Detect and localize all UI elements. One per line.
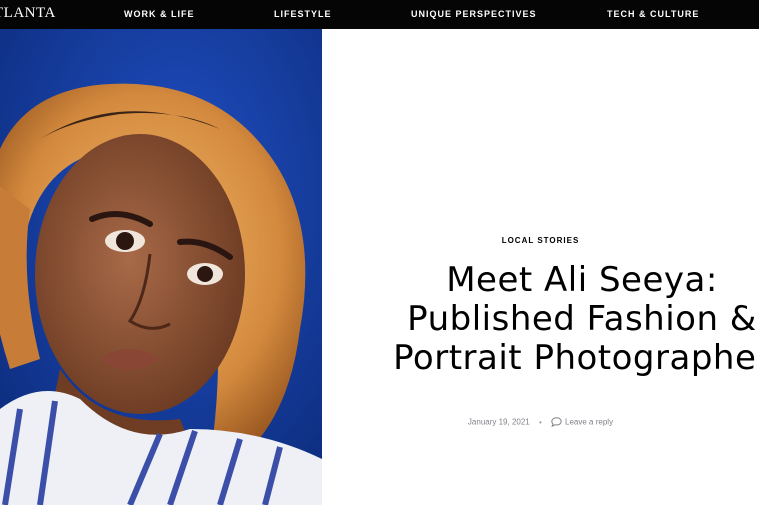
leave-reply-link[interactable]: Leave a reply <box>551 417 614 428</box>
top-navigation-bar: TLANTA WORK & LIFE LIFESTYLE UNIQUE PERS… <box>0 0 759 29</box>
featured-portrait-image <box>0 29 322 505</box>
article-title: Meet Ali Seeya: Published Fashion & Port… <box>362 261 759 378</box>
leave-reply-label: Leave a reply <box>565 417 614 427</box>
site-logo[interactable]: TLANTA <box>0 5 56 22</box>
meta-separator: • <box>538 417 542 427</box>
speech-bubble-icon <box>551 417 562 428</box>
portrait-illustration <box>0 29 322 505</box>
nav-item-tech-culture[interactable]: TECH & CULTURE <box>607 9 699 19</box>
article-header: LOCAL STORIES Meet Ali Seeya: Published … <box>322 29 759 505</box>
publish-date[interactable]: January 19, 2021 <box>468 418 530 427</box>
category-link[interactable]: LOCAL STORIES <box>322 236 759 245</box>
title-line-3: Portrait Photographer <box>393 338 759 378</box>
nav-item-unique-perspectives[interactable]: UNIQUE PERSPECTIVES <box>411 9 537 19</box>
nav-item-lifestyle[interactable]: LIFESTYLE <box>274 9 332 19</box>
nav-item-work-life[interactable]: WORK & LIFE <box>124 9 195 19</box>
article-meta: January 19, 2021 • Leave a reply <box>322 417 759 428</box>
title-line-2: Published Fashion & <box>407 299 757 339</box>
title-line-1: Meet Ali Seeya: <box>446 260 718 300</box>
